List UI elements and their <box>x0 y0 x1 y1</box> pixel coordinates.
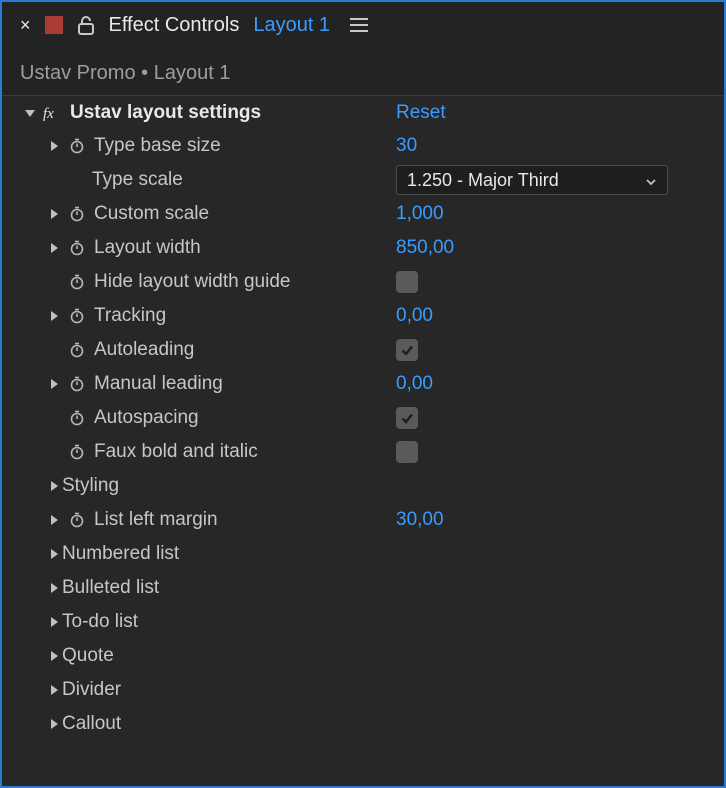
label-color-chip[interactable] <box>45 16 63 34</box>
checkbox[interactable] <box>396 407 418 429</box>
property-grid: fx Ustav layout settings Reset Type base… <box>2 95 724 786</box>
twisty-right-icon[interactable] <box>46 548 62 560</box>
value-scrubber[interactable]: 30,00 <box>396 509 444 531</box>
twisty-right-icon[interactable] <box>46 310 62 322</box>
prop-row-callout: Callout <box>2 707 724 741</box>
prop-row-numbered-list: Numbered list <box>2 537 724 571</box>
stopwatch-icon[interactable] <box>64 342 90 358</box>
dropdown-value: 1.250 - Major Third <box>407 170 559 191</box>
prop-row-faux-bold: Faux bold and italic <box>2 435 724 469</box>
prop-row-layout-width: Layout width 850,00 <box>2 231 724 265</box>
prop-label: Type base size <box>94 135 221 157</box>
prop-row-autospacing: Autospacing <box>2 401 724 435</box>
twisty-right-icon[interactable] <box>46 650 62 662</box>
stopwatch-icon[interactable] <box>64 308 90 324</box>
type-scale-dropdown[interactable]: 1.250 - Major Third <box>396 165 668 195</box>
twisty-right-icon[interactable] <box>46 514 62 526</box>
twisty-right-icon[interactable] <box>46 616 62 628</box>
stopwatch-icon[interactable] <box>64 410 90 426</box>
prop-label: Autoleading <box>94 339 194 361</box>
twisty-right-icon[interactable] <box>46 140 62 152</box>
prop-label: Faux bold and italic <box>94 441 258 463</box>
prop-row-tracking: Tracking 0,00 <box>2 299 724 333</box>
prop-label: Hide layout width guide <box>94 271 290 293</box>
prop-row-bulleted-list: Bulleted list <box>2 571 724 605</box>
effect-header-row: fx Ustav layout settings Reset <box>2 95 724 129</box>
checkbox[interactable] <box>396 441 418 463</box>
stopwatch-icon[interactable] <box>64 206 90 222</box>
prop-label: Bulleted list <box>62 577 159 599</box>
prop-row-divider: Divider <box>2 673 724 707</box>
value-scrubber[interactable]: 0,00 <box>396 305 433 327</box>
panel-layer-link[interactable]: Layout 1 <box>253 14 330 37</box>
prop-label: List left margin <box>94 509 218 531</box>
prop-label: Quote <box>62 645 114 667</box>
value-scrubber[interactable]: 0,00 <box>396 373 433 395</box>
prop-row-manual-leading: Manual leading 0,00 <box>2 367 724 401</box>
prop-label: Numbered list <box>62 543 179 565</box>
checkbox[interactable] <box>396 339 418 361</box>
fx-icon[interactable]: fx <box>40 105 66 121</box>
value-scrubber[interactable]: 1,000 <box>396 203 444 225</box>
prop-row-type-scale: Type scale 1.250 - Major Third <box>2 163 724 197</box>
effect-name: Ustav layout settings <box>70 102 261 124</box>
stopwatch-icon[interactable] <box>64 376 90 392</box>
stopwatch-icon[interactable] <box>64 512 90 528</box>
prop-row-styling: Styling <box>2 469 724 503</box>
prop-row-todo-list: To-do list <box>2 605 724 639</box>
checkbox[interactable] <box>396 271 418 293</box>
prop-row-hide-guide: Hide layout width guide <box>2 265 724 299</box>
prop-label: Manual leading <box>94 373 223 395</box>
prop-label: Type scale <box>92 169 183 191</box>
svg-text:fx: fx <box>43 106 54 121</box>
prop-label: Custom scale <box>94 203 209 225</box>
prop-label: Divider <box>62 679 121 701</box>
close-icon[interactable]: × <box>20 15 31 36</box>
twisty-right-icon[interactable] <box>46 242 62 254</box>
reset-button[interactable]: Reset <box>396 102 446 124</box>
effect-controls-panel: × Effect Controls Layout 1 Ustav Promo •… <box>0 0 726 788</box>
prop-label: Styling <box>62 475 119 497</box>
panel-tabbar: × Effect Controls Layout 1 <box>2 2 724 48</box>
stopwatch-icon[interactable] <box>64 444 90 460</box>
twisty-right-icon[interactable] <box>46 718 62 730</box>
twisty-right-icon[interactable] <box>46 684 62 696</box>
prop-label: Callout <box>62 713 121 735</box>
twisty-right-icon[interactable] <box>46 582 62 594</box>
twisty-down-icon[interactable] <box>22 107 38 119</box>
prop-label: To-do list <box>62 611 138 633</box>
stopwatch-icon[interactable] <box>64 274 90 290</box>
prop-row-custom-scale: Custom scale 1,000 <box>2 197 724 231</box>
panel-menu-icon[interactable] <box>350 18 368 32</box>
lock-open-icon[interactable] <box>77 15 95 35</box>
prop-label: Layout width <box>94 237 201 259</box>
prop-row-quote: Quote <box>2 639 724 673</box>
stopwatch-icon[interactable] <box>64 138 90 154</box>
breadcrumb: Ustav Promo • Layout 1 <box>2 48 724 95</box>
value-scrubber[interactable]: 30 <box>396 135 417 157</box>
prop-label: Tracking <box>94 305 166 327</box>
twisty-right-icon[interactable] <box>46 208 62 220</box>
chevron-down-icon <box>645 170 657 191</box>
panel-title: Effect Controls <box>109 14 240 37</box>
twisty-right-icon[interactable] <box>46 378 62 390</box>
value-scrubber[interactable]: 850,00 <box>396 237 454 259</box>
prop-label: Autospacing <box>94 407 199 429</box>
prop-row-autoleading: Autoleading <box>2 333 724 367</box>
stopwatch-icon[interactable] <box>64 240 90 256</box>
twisty-right-icon[interactable] <box>46 480 62 492</box>
prop-row-type-base-size: Type base size 30 <box>2 129 724 163</box>
prop-row-list-left-margin: List left margin 30,00 <box>2 503 724 537</box>
